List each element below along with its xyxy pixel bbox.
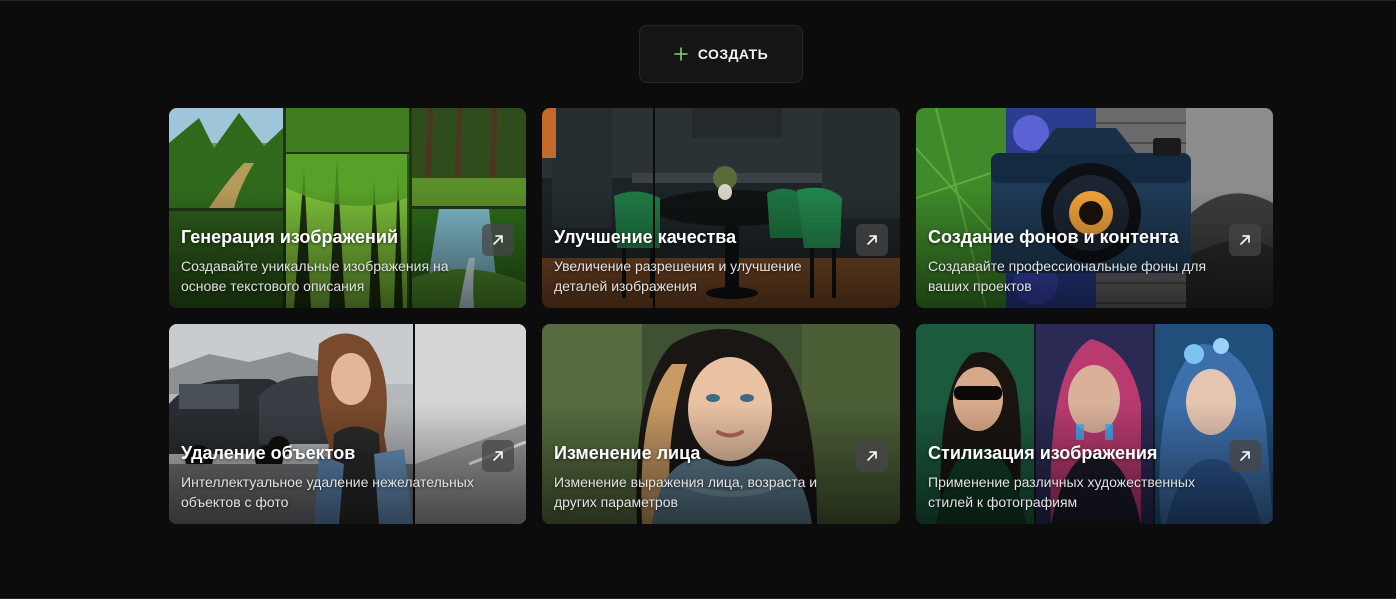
create-button[interactable]: СОЗДАТЬ [639,25,803,83]
plus-icon [674,47,688,61]
card-title: Генерация изображений [181,227,399,247]
card-face-change[interactable]: Изменение лица Изменение выражения лица,… [542,324,900,524]
card-stylization[interactable]: Стилизация изображения Применение различ… [916,324,1273,524]
arrow-up-right-icon [1240,235,1250,245]
card-description: Изменение выражения лица, возраста и дру… [554,474,818,510]
open-card-button[interactable] [482,224,514,256]
card-description: Применение различных художественных стил… [928,474,1195,510]
card-description: Интеллектуальное удаление нежелательных … [181,474,474,510]
card-title: Улучшение качества [554,227,737,247]
tools-grid: Генерация изображений Создавайте уникаль… [169,108,1273,524]
card-title: Стилизация изображения [928,443,1158,463]
card-description: Увеличение разрешения и улучшение детале… [554,258,802,294]
card-image-generation[interactable]: Генерация изображений Создавайте уникаль… [169,108,526,308]
open-card-button[interactable] [482,440,514,472]
card-description: Создавайте уникальные изображения на осн… [181,258,449,294]
card-object-removal[interactable]: Удаление объектов Интеллектуальное удале… [169,324,526,524]
card-title: Создание фонов и контента [928,227,1179,247]
open-card-button[interactable] [856,224,888,256]
card-title: Изменение лица [554,443,701,463]
create-button-label: СОЗДАТЬ [697,46,769,62]
arrow-up-right-icon [867,235,877,245]
arrow-up-right-icon [1240,451,1250,461]
open-card-button[interactable] [856,440,888,472]
open-card-button[interactable] [1229,440,1261,472]
open-card-button[interactable] [1229,224,1261,256]
card-quality-enhancement[interactable]: Улучшение качества Увеличение разрешения… [542,108,900,308]
card-background-creation[interactable]: Создание фонов и контента Создавайте про… [916,108,1273,308]
card-description: Создавайте профессиональные фоны для ваш… [928,258,1207,294]
card-title: Удаление объектов [181,443,356,463]
arrow-up-right-icon [493,451,503,461]
arrow-up-right-icon [867,451,877,461]
page: СОЗДАТЬ Генерация изображений Создавайте… [0,0,1396,599]
arrow-up-right-icon [493,235,503,245]
